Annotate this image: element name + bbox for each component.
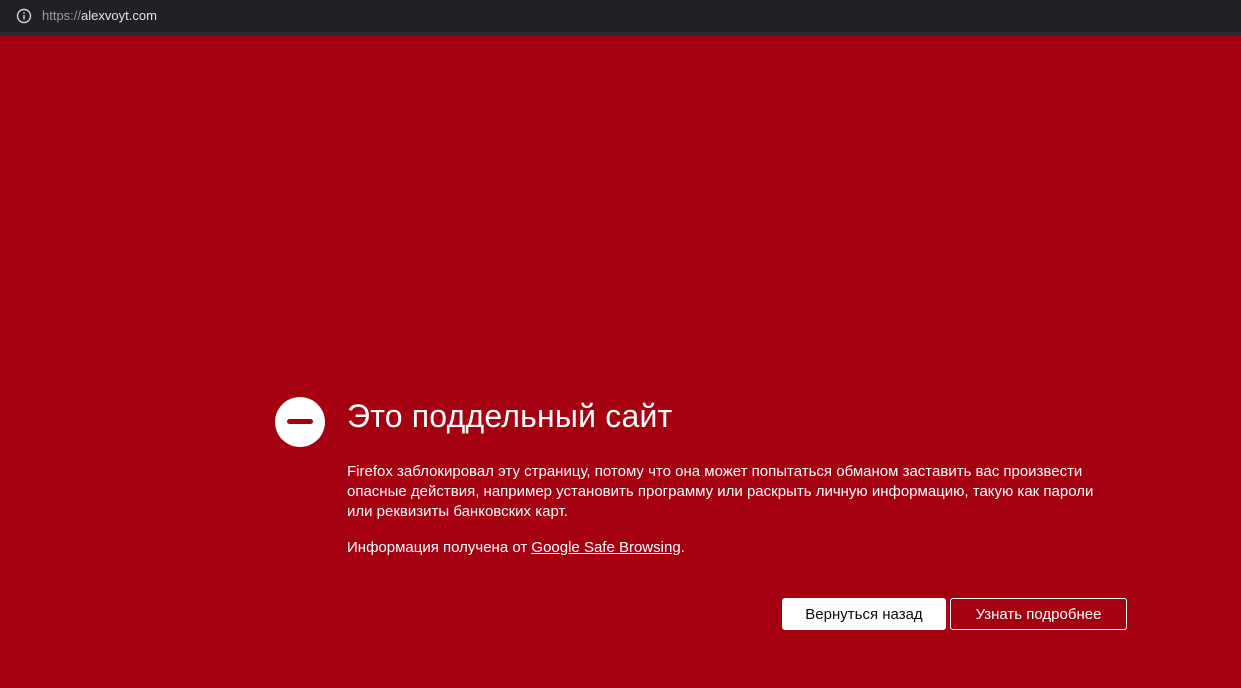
safe-browsing-link[interactable]: Google Safe Browsing bbox=[531, 539, 680, 556]
error-page: Это поддельный сайт Firefox заблокировал… bbox=[0, 36, 1241, 688]
page-title: Это поддельный сайт bbox=[347, 398, 673, 434]
warning-description: Firefox заблокировал эту страницу, потом… bbox=[347, 463, 1094, 520]
learn-more-button[interactable]: Узнать подробнее bbox=[950, 598, 1127, 630]
source-prefix: Информация получена от bbox=[347, 539, 532, 556]
stop-icon bbox=[275, 397, 325, 447]
go-back-button[interactable]: Вернуться назад bbox=[782, 598, 946, 630]
info-icon[interactable] bbox=[16, 8, 32, 24]
url-host: alexvoyt.com bbox=[81, 8, 157, 23]
source-suffix: . bbox=[680, 539, 685, 556]
source-line: Информация получена от Google Safe Brows… bbox=[347, 538, 685, 558]
address-bar[interactable]: https://alexvoyt.com bbox=[0, 0, 1241, 32]
url-text[interactable]: https://alexvoyt.com bbox=[42, 8, 157, 24]
url-scheme: https:// bbox=[42, 8, 82, 23]
